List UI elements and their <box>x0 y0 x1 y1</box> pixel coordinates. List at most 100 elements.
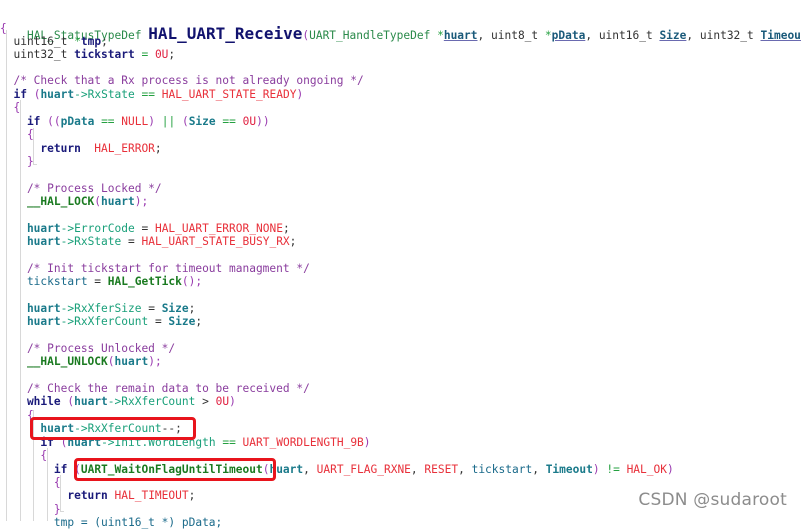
token: ) <box>667 463 674 476</box>
code-line: uint16_t *tmp; <box>0 35 108 49</box>
separator: , <box>478 29 491 42</box>
code-line: if ((pData == NULL) || (Size == 0U)) <box>0 115 270 129</box>
code-line: huart->RxXferCount = Size; <box>0 315 202 329</box>
token: || <box>162 115 175 128</box>
token: tmp <box>81 35 101 48</box>
token: ( <box>108 355 115 368</box>
token: tickstart <box>74 48 135 61</box>
code-line: return HAL_ERROR; <box>0 142 162 156</box>
code-line-signature: HAL_StatusTypeDef HAL_UART_Receive(UART_… <box>0 4 801 24</box>
code-line: huart->RxXferSize = Size; <box>0 302 195 316</box>
token: -> <box>61 235 74 248</box>
code-comment: /* Process Unlocked */ <box>0 342 175 356</box>
token: )) <box>256 115 269 128</box>
pointer-star: * <box>545 29 552 42</box>
token: ); <box>135 195 148 208</box>
token: NULL <box>121 115 148 128</box>
token: UART_WORDLENGTH_9B <box>243 436 364 449</box>
code-line: if (huart->RxState == HAL_UART_STATE_REA… <box>0 88 303 102</box>
param-size[interactable]: Size <box>659 29 686 42</box>
token: ; <box>155 142 162 155</box>
token: huart <box>0 302 61 315</box>
token: -> <box>108 395 121 408</box>
token: HAL_OK <box>627 463 667 476</box>
param-type: uint8_t <box>491 29 545 42</box>
token: huart <box>0 222 61 235</box>
token: return <box>0 489 115 502</box>
token: 0U <box>155 48 168 61</box>
token: = <box>88 275 108 288</box>
token: = <box>148 315 168 328</box>
token: , <box>303 463 316 476</box>
token: huart <box>74 395 108 408</box>
code-comment: /* Process Locked */ <box>0 182 162 196</box>
token: RESET <box>424 463 458 476</box>
code-line-partial: tmp = (uint16_t *) pData; <box>0 516 222 530</box>
token: RxXferCount <box>121 395 195 408</box>
token: HAL_UART_STATE_READY <box>162 88 297 101</box>
param-pdata[interactable]: pData <box>552 29 586 42</box>
code-line: uint32_t tickstart = 0U; <box>0 48 175 62</box>
param-timeout[interactable]: Timeout <box>761 29 801 42</box>
code-line: tickstart = HAL_GetTick(); <box>0 275 202 289</box>
token: huart <box>101 195 135 208</box>
code-line: huart->ErrorCode = HAL_UART_ERROR_NONE; <box>0 222 290 236</box>
token: -> <box>61 222 74 235</box>
separator: , <box>585 29 598 42</box>
token: HAL_UART_STATE_BUSY_RX <box>141 235 289 248</box>
param-type: UART_HandleTypeDef <box>309 29 437 42</box>
token: huart <box>115 355 149 368</box>
token: RxXferCount <box>74 315 148 328</box>
token: 0U <box>216 395 229 408</box>
token: uint16_t <box>0 35 74 48</box>
param-huart[interactable]: huart <box>444 29 478 42</box>
token: Timeout <box>546 463 593 476</box>
token: Size <box>168 315 195 328</box>
token: RxState <box>74 235 121 248</box>
token: tickstart <box>0 275 88 288</box>
token: (( <box>47 115 60 128</box>
token: while <box>0 395 67 408</box>
token: ; <box>189 302 196 315</box>
separator: , <box>686 29 699 42</box>
token: ; <box>189 489 196 502</box>
code-line: { <box>0 476 61 490</box>
token: == <box>94 115 121 128</box>
code-line: { <box>0 449 47 463</box>
token: , <box>458 463 471 476</box>
token: = <box>135 222 155 235</box>
token: = <box>121 235 141 248</box>
pointer-star: * <box>437 29 444 42</box>
token: ) <box>593 463 606 476</box>
token: != <box>606 463 619 476</box>
token: __HAL_UNLOCK <box>0 355 108 368</box>
token: RxXferSize <box>74 302 141 315</box>
token: UART_FLAG_RXNE <box>317 463 411 476</box>
token: huart <box>0 235 61 248</box>
token: if <box>0 88 34 101</box>
token: 0U <box>243 115 256 128</box>
token: HAL_TIMEOUT <box>115 489 189 502</box>
token: if <box>0 115 47 128</box>
token: pData <box>61 115 95 128</box>
token: huart <box>0 315 61 328</box>
param-type: uint32_t <box>700 29 761 42</box>
code-line: while (huart->RxXferCount > 0U) <box>0 395 236 409</box>
token: , <box>532 463 545 476</box>
code-line: { <box>0 409 34 423</box>
code-comment: /* Check the remain data to be received … <box>0 382 310 396</box>
token: = <box>135 48 155 61</box>
code-comment: /* Check that a Rx process is not alread… <box>0 74 364 88</box>
token: tickstart <box>472 463 533 476</box>
token: uint32_t <box>0 48 74 61</box>
code-comment: /* Init tickstart for timeout managment … <box>0 262 310 276</box>
token: = <box>141 302 161 315</box>
token: ; <box>101 35 108 48</box>
highlight-box-rxxfercount-decrement <box>30 417 196 440</box>
function-name[interactable]: HAL_UART_Receive <box>148 24 302 43</box>
token: if <box>0 463 74 476</box>
code-line: { <box>0 22 7 36</box>
token: ; <box>283 222 290 235</box>
token: ) <box>364 436 371 449</box>
code-line: __HAL_LOCK(huart); <box>0 195 148 209</box>
